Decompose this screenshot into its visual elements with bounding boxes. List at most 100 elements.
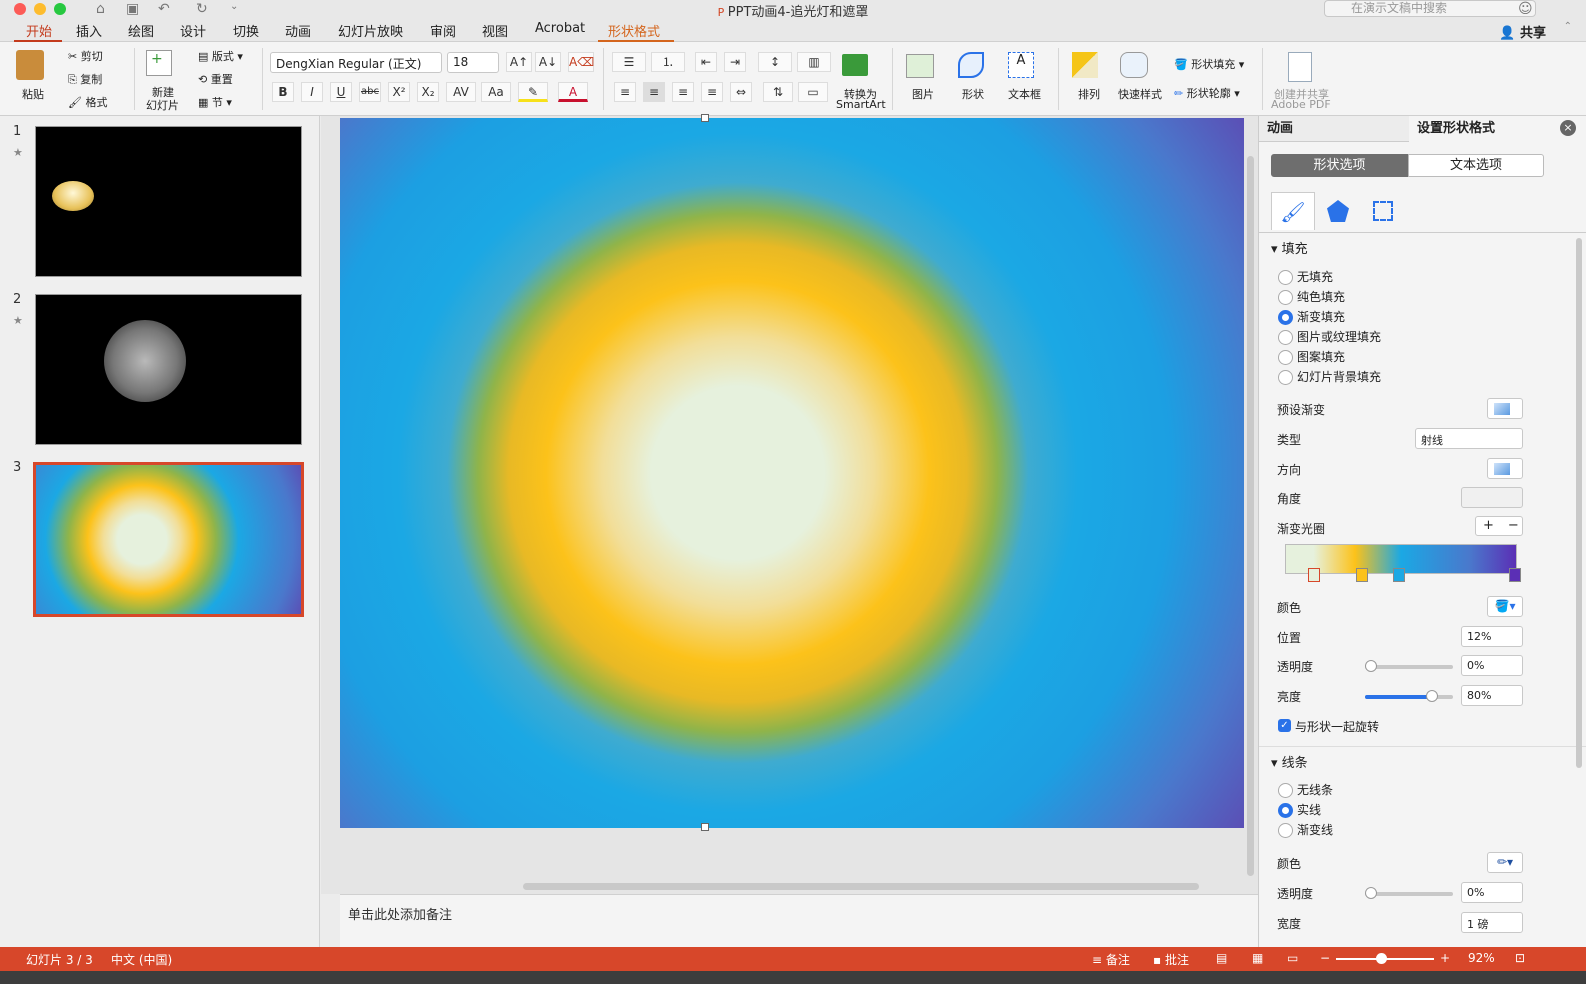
preset-gradient-dropdown[interactable]	[1487, 398, 1523, 419]
create-pdf-icon[interactable]	[1288, 52, 1312, 82]
increase-indent-icon[interactable]: ⇥	[724, 52, 746, 72]
tab-transitions[interactable]: 切换	[233, 21, 259, 40]
zoom-knob[interactable]	[1376, 953, 1387, 964]
align-left-icon[interactable]: ≡	[614, 82, 636, 102]
line-section-header[interactable]: ▾ 线条	[1271, 752, 1308, 771]
slide-thumbnail-1[interactable]	[35, 126, 302, 277]
comments-toggle[interactable]: ▪ 批注	[1153, 951, 1189, 968]
fill-line-icon[interactable]: 🖌	[1271, 192, 1315, 230]
quick-styles-icon[interactable]	[1120, 52, 1148, 78]
current-slide-gradient-shape[interactable]	[340, 118, 1244, 828]
columns-icon[interactable]: ▥	[797, 52, 831, 72]
tab-animations[interactable]: 动画	[285, 21, 311, 40]
reset-button[interactable]: ⟲ 重置	[198, 71, 233, 87]
radio-no-line[interactable]: 无线条	[1278, 783, 1333, 798]
radio-gradient-line[interactable]: 渐变线	[1278, 823, 1333, 838]
resize-handle-top[interactable]	[701, 114, 709, 122]
normal-view-icon[interactable]: ▤	[1216, 951, 1227, 965]
superscript-icon[interactable]: X²	[388, 82, 410, 102]
decrease-indent-icon[interactable]: ⇤	[695, 52, 717, 72]
radio-no-fill[interactable]: 无填充	[1278, 270, 1333, 285]
collapse-ribbon-icon[interactable]: ⌃	[1564, 21, 1572, 32]
align-right-icon[interactable]: ≡	[672, 82, 694, 102]
paste-button[interactable]: 粘贴	[22, 86, 44, 102]
radio-picture-fill[interactable]: 图片或纹理填充	[1278, 330, 1381, 345]
font-name-select[interactable]: DengXian Regular (正文)	[270, 52, 442, 73]
effects-pentagon-icon[interactable]	[1327, 200, 1349, 222]
notes-area[interactable]: 单击此处添加备注	[340, 894, 1258, 948]
textbox-icon[interactable]: A	[1008, 52, 1034, 78]
arrange-icon[interactable]	[1072, 52, 1098, 78]
align-text-icon[interactable]: ▭	[798, 82, 828, 102]
zoom-in-button[interactable]: +	[1440, 951, 1450, 965]
horizontal-scrollbar[interactable]	[523, 883, 1199, 890]
vertical-scrollbar[interactable]	[1247, 156, 1254, 876]
tab-draw[interactable]: 绘图	[128, 21, 154, 40]
numbering-icon[interactable]: ⒈	[651, 52, 685, 72]
distribute-icon[interactable]: ⇔	[730, 82, 752, 102]
shapes-icon[interactable]	[958, 52, 984, 78]
fill-section-header[interactable]: ▾ 填充	[1271, 238, 1308, 257]
gradient-stop-2[interactable]	[1356, 568, 1368, 582]
language-indicator[interactable]: 中文 (中国)	[111, 951, 172, 968]
text-options-tab[interactable]: 文本选项	[1408, 154, 1544, 177]
position-input[interactable]: 12%	[1461, 626, 1523, 647]
zoom-level[interactable]: 92%	[1468, 951, 1495, 965]
radio-gradient-fill[interactable]: 渐变填充	[1278, 310, 1345, 325]
radio-pattern-fill[interactable]: 图案填充	[1278, 350, 1345, 365]
slide-thumbnail-3[interactable]	[33, 462, 304, 617]
zoom-slider[interactable]	[1336, 953, 1434, 964]
tab-review[interactable]: 审阅	[430, 21, 456, 40]
rotate-with-shape-checkbox[interactable]: ✓	[1278, 719, 1291, 732]
notes-toggle[interactable]: ≡ 备注	[1092, 951, 1130, 968]
gradient-stop-1[interactable]	[1308, 568, 1320, 582]
tab-shape-format[interactable]: 形状格式	[608, 21, 660, 40]
tab-view[interactable]: 视图	[482, 21, 508, 40]
smartart-icon[interactable]	[842, 54, 868, 76]
radio-solid-fill[interactable]: 纯色填充	[1278, 290, 1345, 305]
close-panel-icon[interactable]: ×	[1560, 120, 1576, 136]
add-stop-button[interactable]: +	[1476, 518, 1494, 533]
quick-styles-button[interactable]: 快速样式	[1118, 86, 1162, 102]
color-picker-button[interactable]: 🪣▾	[1487, 596, 1523, 617]
shape-fill-button[interactable]: 🪣 形状填充 ▾	[1174, 56, 1244, 72]
increase-font-icon[interactable]: A↑	[506, 52, 532, 72]
highlight-icon[interactable]: ✎	[518, 82, 548, 102]
strikethrough-icon[interactable]: abc	[359, 82, 381, 102]
convert-smartart-label-2[interactable]: SmartArt	[836, 98, 886, 111]
line-color-picker-button[interactable]: ✏▾	[1487, 852, 1523, 873]
font-size-select[interactable]: 18	[447, 52, 499, 73]
subscript-icon[interactable]: X₂	[417, 82, 439, 102]
transparency-input[interactable]: 0%	[1461, 655, 1523, 676]
cut-button[interactable]: ✂ 剪切	[68, 48, 103, 64]
italic-icon[interactable]: I	[301, 82, 323, 102]
line-spacing-icon[interactable]: ↕	[758, 52, 792, 72]
panel-scrollbar[interactable]	[1576, 238, 1582, 768]
clear-format-icon[interactable]: A⌫	[568, 52, 594, 72]
gradient-stop-4[interactable]	[1509, 568, 1521, 582]
brightness-input[interactable]: 80%	[1461, 685, 1523, 706]
format-painter-button[interactable]: 🖌 格式	[68, 94, 107, 110]
new-slide-icon[interactable]: +	[146, 50, 172, 76]
decrease-font-icon[interactable]: A↓	[535, 52, 561, 72]
align-center-icon[interactable]: ≡	[643, 82, 665, 102]
brightness-slider[interactable]	[1365, 690, 1453, 702]
tab-animation-pane[interactable]: 动画	[1259, 116, 1409, 142]
textbox-button[interactable]: 文本框	[1008, 86, 1041, 102]
slide-sorter-icon[interactable]: ▦	[1252, 951, 1263, 965]
size-properties-icon[interactable]	[1373, 201, 1393, 221]
brightness-knob[interactable]	[1425, 690, 1438, 702]
create-pdf-label-2[interactable]: Adobe PDF	[1271, 98, 1331, 111]
arrange-button[interactable]: 排列	[1078, 86, 1100, 102]
char-spacing-icon[interactable]: AV	[446, 82, 476, 102]
tab-home[interactable]: 开始	[26, 21, 52, 40]
reading-view-icon[interactable]: ▭	[1287, 951, 1298, 965]
text-direction-icon[interactable]: ⇅	[763, 82, 793, 102]
paste-icon[interactable]	[16, 50, 44, 80]
gradient-stop-3[interactable]	[1393, 568, 1405, 582]
new-slide-label-2[interactable]: 幻灯片	[146, 97, 179, 113]
picture-button[interactable]: 图片	[912, 86, 934, 102]
line-transparency-slider[interactable]	[1365, 887, 1453, 899]
change-case-icon[interactable]: Aa	[481, 82, 511, 102]
slide-thumbnail-2[interactable]	[35, 294, 302, 445]
